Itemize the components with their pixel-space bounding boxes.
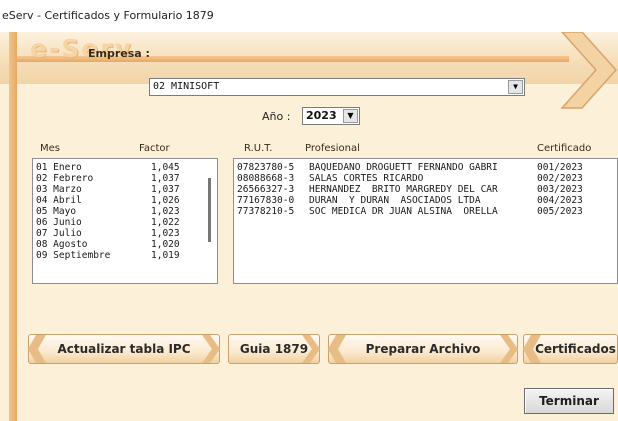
left-arrow-icon [523,335,541,363]
factor-row[interactable]: 07 Julio 1,023 [33,228,217,239]
certificado-cell: 005/2023 [537,206,583,217]
factor-cell: 1,022 [151,217,180,228]
left-arrow-icon [328,335,346,363]
rut-cell: 08088668-3 [237,173,295,184]
right-arrow-icon [302,335,320,363]
empresa-select[interactable]: 02 MINISOFT ▼ [149,78,525,96]
factor-column-header: Factor [139,143,170,154]
factor-cell: 1,019 [151,250,180,261]
preparar-archivo-button[interactable]: Preparar Archivo [328,334,518,364]
profesional-row[interactable]: 77167830-0 DURAN Y DURAN ASOCIADOS LTDA 00… [234,195,617,206]
mes-cell: 04 Abril [36,195,82,206]
terminar-label: Terminar [539,394,599,408]
factor-row[interactable]: 05 Mayo 1,023 [33,206,217,217]
chevron-decoration-icon [560,32,618,109]
certificado-cell: 002/2023 [537,173,583,184]
empresa-select-value: 02 MINISOFT [153,81,220,92]
actualizar-ipc-label: Actualizar tabla IPC [57,342,191,356]
factor-cell: 1,037 [151,173,180,184]
left-rail [9,32,17,421]
chevron-down-icon[interactable]: ▼ [343,109,358,123]
terminar-button[interactable]: Terminar [524,388,614,414]
mes-cell: 09 Septiembre [36,250,111,261]
factor-list-scrollbar[interactable] [208,178,211,242]
mes-cell: 02 Febrero [36,173,94,184]
factor-cell: 1,037 [151,184,180,195]
rut-cell: 77378210-5 [237,206,295,217]
guia-1879-label: Guia 1879 [239,342,309,356]
mes-cell: 05 Mayo [36,206,77,217]
mes-cell: 01 Enero [36,162,82,173]
factor-cell: 1,020 [151,239,180,250]
anio-label: Año : [262,110,291,123]
profesional-row[interactable]: 07823780-5 BAQUEDANO DROGUETT FERNANDO GA… [234,162,617,173]
profesional-cell: HERNANDEZ BRITO MARGREDY DEL CAR [309,184,498,195]
chevron-down-icon[interactable]: ▼ [508,80,523,94]
right-arrow-icon [202,335,220,363]
mes-cell: 07 Julio [36,228,82,239]
right-arrow-icon [500,335,518,363]
guia-1879-button[interactable]: Guia 1879 [228,334,320,364]
certificado-cell: 004/2023 [537,195,583,206]
mes-cell: 08 Agosto [36,239,88,250]
factor-cell: 1,026 [151,195,180,206]
profesional-row[interactable]: 08088668-3 SALAS CORTES RICARDO 002/2023 [234,173,617,184]
profesional-row[interactable]: 77378210-5 SOC MEDICA DR JUAN ALSINA OREL… [234,206,617,217]
mes-cell: 06 Junio [36,217,82,228]
preparar-archivo-label: Preparar Archivo [365,342,481,356]
certificado-cell: 003/2023 [537,184,583,195]
rut-cell: 77167830-0 [237,195,295,206]
anio-select-value: 2023 [306,109,337,122]
factor-cell: 1,023 [151,228,180,239]
profesional-cell: SOC MEDICA DR JUAN ALSINA ORELLA [309,206,498,217]
window-title: eServ - Certificados y Formulario 1879 [0,0,618,32]
factor-row[interactable]: 03 Marzo 1,037 [33,184,217,195]
profesional-cell: BAQUEDANO DROGUETT FERNANDO GABRI [309,162,498,173]
factor-row[interactable]: 08 Agosto 1,020 [33,239,217,250]
rut-cell: 26566327-3 [237,184,295,195]
factor-cell: 1,045 [151,162,180,173]
factor-row[interactable]: 06 Junio 1,022 [33,217,217,228]
certificados-button[interactable]: Certificados [523,334,618,364]
profesional-column-header: Profesional [305,143,360,154]
certificado-column-header: Certificado [537,143,592,154]
rut-cell: 07823780-5 [237,162,295,173]
profesional-row[interactable]: 26566327-3 HERNANDEZ BRITO MARGREDY DEL C… [234,184,617,195]
left-arrow-icon [28,335,46,363]
factor-row[interactable]: 09 Septiembre 1,019 [33,250,217,261]
actualizar-ipc-button[interactable]: Actualizar tabla IPC [28,334,220,364]
certificado-cell: 001/2023 [537,162,583,173]
profesional-cell: DURAN Y DURAN ASOCIADOS LTDA [309,195,481,206]
factor-list[interactable]: 01 Enero 1,045 02 Febrero 1,037 03 Marzo 1,03… [32,158,218,284]
factor-row[interactable]: 02 Febrero 1,037 [33,173,217,184]
factor-row[interactable]: 01 Enero 1,045 [33,162,217,173]
empresa-label: Empresa : [88,47,150,60]
factor-cell: 1,023 [151,206,180,217]
factor-row[interactable]: 04 Abril 1,026 [33,195,217,206]
profesional-cell: SALAS CORTES RICARDO [309,173,424,184]
rut-column-header: R.U.T. [244,143,273,154]
profesional-list[interactable]: 07823780-5 BAQUEDANO DROGUETT FERNANDO GA… [233,158,618,284]
anio-select[interactable]: 2023 ▼ [302,107,360,125]
mes-cell: 03 Marzo [36,184,82,195]
mes-column-header: Mes [40,143,60,154]
